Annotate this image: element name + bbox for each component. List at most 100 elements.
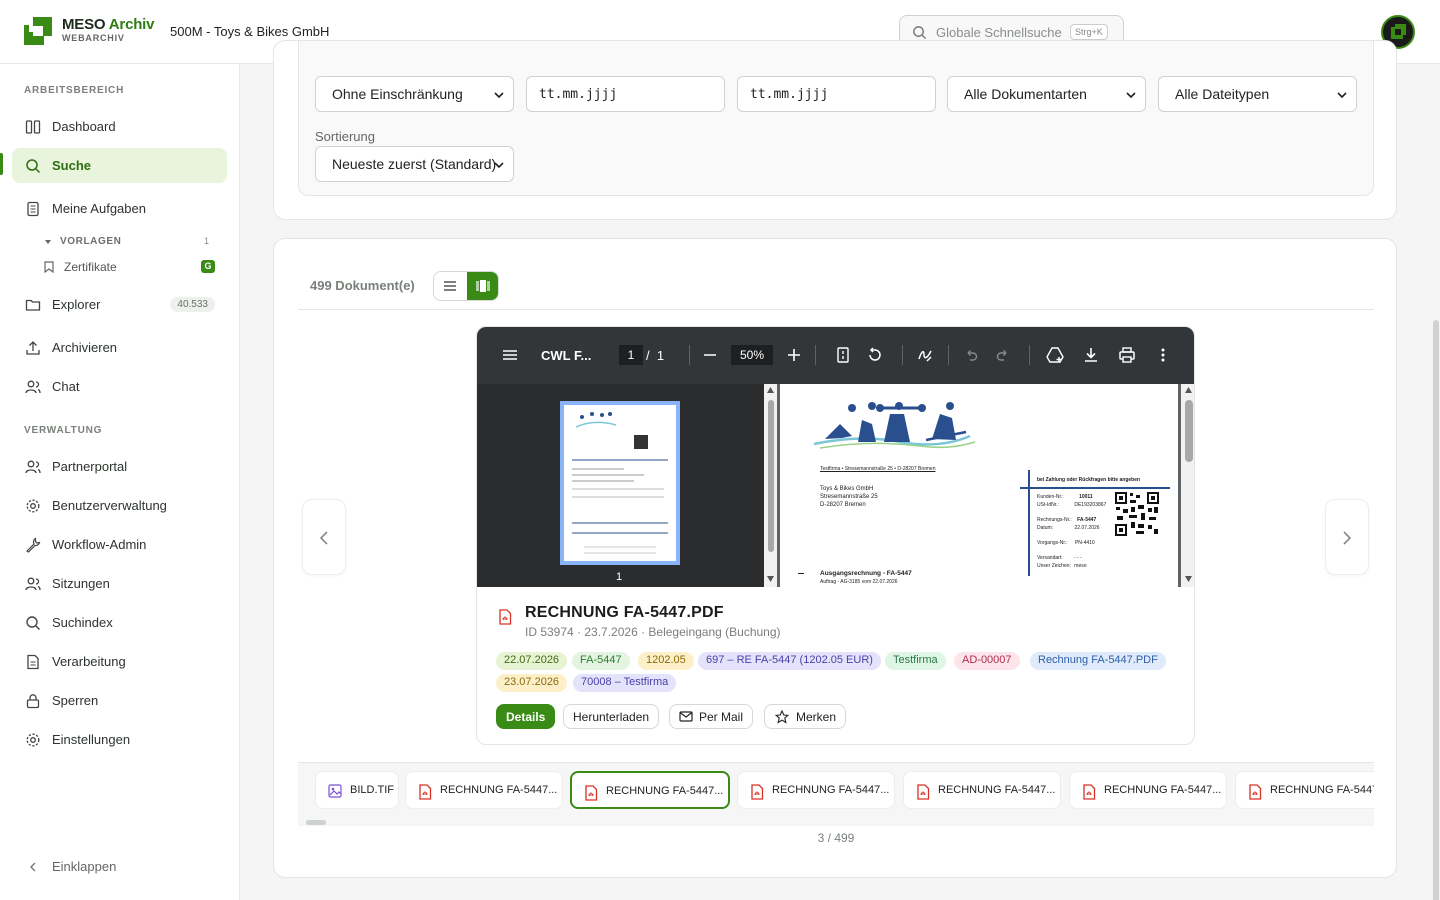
- document-title[interactable]: RECHNUNG FA-5447.PDF: [525, 604, 724, 622]
- print-icon[interactable]: [1118, 346, 1136, 364]
- filmstrip-label: RECHNUNG FA-5447...: [772, 784, 890, 796]
- von-datum-placeholder: tt.mm.jjjj: [539, 87, 618, 102]
- sidebar-item-archivieren[interactable]: Archivieren: [12, 330, 227, 365]
- dateityp-select[interactable]: Alle Dateitypen: [1158, 76, 1357, 112]
- sidebar-item-sperren[interactable]: Sperren: [12, 683, 227, 718]
- list-view-button[interactable]: [434, 272, 467, 300]
- filmstrip-item[interactable]: RECHNUNG FA-5447: [1235, 771, 1374, 809]
- pdf-page-thumbnail[interactable]: [560, 401, 680, 565]
- gear-icon: [26, 733, 40, 747]
- invoice-fields: Kunden-Nr.: 10011 USt-IdNr.: DE193203867…: [1037, 494, 1107, 569]
- scroll-up-icon[interactable]: [1184, 386, 1193, 394]
- mail-button[interactable]: Per Mail: [669, 704, 754, 729]
- sidebar-item-benutzerverwaltung[interactable]: Benutzerverwaltung: [12, 488, 227, 523]
- sidebar-item-chat[interactable]: Chat: [12, 369, 227, 404]
- rotate-icon[interactable]: [866, 346, 884, 364]
- sidebar-item-dashboard[interactable]: Dashboard: [12, 109, 227, 144]
- von-datum-input[interactable]: tt.mm.jjjj: [526, 76, 725, 112]
- tag[interactable]: 70008 – Testfirma: [573, 674, 677, 692]
- search-shortcut: Strg+K: [1070, 24, 1108, 40]
- zeitraum-select[interactable]: Ohne Einschränkung: [315, 76, 514, 112]
- filter-card: Ohne Einschränkung tt.mm.jjjj tt.mm.jjjj…: [273, 40, 1397, 220]
- collapse-sidebar-button[interactable]: Einklappen: [12, 849, 227, 884]
- filmstrip-item[interactable]: RECHNUNG FA-5447...: [737, 771, 895, 809]
- sidebar-item-explorer[interactable]: Explorer 40.533: [12, 287, 227, 322]
- tag[interactable]: Rechnung FA-5447.PDF: [1030, 652, 1166, 670]
- tag[interactable]: 23.07.2026: [496, 674, 568, 692]
- download-button[interactable]: Herunterladen: [563, 704, 660, 729]
- sidebar-group-vorlagen[interactable]: VORLAGEN: [60, 236, 121, 247]
- sidebar-item-meine-aufgaben[interactable]: Meine Aufgaben: [12, 191, 227, 226]
- tag[interactable]: 697 – RE FA-5447 (1202.05 EUR): [698, 652, 881, 670]
- prev-document-button[interactable]: [302, 499, 346, 575]
- bis-datum-input[interactable]: tt.mm.jjjj: [737, 76, 936, 112]
- sidebar-item-suchindex[interactable]: Suchindex: [12, 605, 227, 640]
- pdf-page-input[interactable]: 1: [619, 345, 643, 365]
- sidebar-item-workflow-admin[interactable]: Workflow-Admin: [12, 527, 227, 562]
- filmstrip-item-selected[interactable]: RECHNUNG FA-5447...: [570, 771, 730, 809]
- menu-icon[interactable]: [501, 346, 519, 364]
- chevron-right-icon: [1343, 531, 1352, 545]
- tag[interactable]: AD-00007: [954, 652, 1020, 670]
- pdf-toolbar: CWL F... 1 / 1 50%: [477, 327, 1194, 384]
- redo-icon[interactable]: [994, 346, 1012, 364]
- scroll-up-icon[interactable]: [766, 386, 775, 394]
- document-preview-card: CWL F... 1 / 1 50% 1 Testfirma • Stresem…: [476, 326, 1195, 745]
- explorer-count-badge: 40.533: [170, 297, 215, 312]
- pdf-zoom-input[interactable]: 50%: [731, 345, 773, 365]
- app-title: MESO Archiv: [62, 16, 155, 33]
- sidebar-item-label: Meine Aufgaben: [52, 201, 146, 216]
- gallery-view-button[interactable]: [467, 272, 498, 300]
- fit-page-icon[interactable]: [834, 346, 852, 364]
- sidebar-item-partnerportal[interactable]: Partnerportal: [12, 449, 227, 484]
- filmstrip-item[interactable]: BILD.TIF: [315, 771, 399, 809]
- dokumentart-select[interactable]: Alle Dokumentarten: [947, 76, 1146, 112]
- tag[interactable]: 22.07.2026: [496, 652, 568, 670]
- sidebar-item-label: Sitzungen: [52, 576, 110, 591]
- more-vert-icon[interactable]: [1154, 346, 1172, 364]
- bookmark-button[interactable]: Merken: [764, 704, 847, 729]
- sidebar-item-zertifikate[interactable]: Zertifikate: [64, 260, 117, 274]
- meso-logo-icon[interactable]: [24, 17, 52, 45]
- sidebar-item-sitzungen[interactable]: Sitzungen: [12, 566, 227, 601]
- draw-icon[interactable]: [916, 346, 934, 364]
- pdf-file-icon: [1083, 784, 1096, 800]
- sidebar-item-einstellungen[interactable]: Einstellungen: [12, 722, 227, 757]
- sender-line: Testfirma • Stresemannstraße 25 • D-2820…: [820, 466, 936, 472]
- next-document-button[interactable]: [1325, 499, 1369, 575]
- zertifikate-badge: G: [201, 260, 215, 273]
- zoom-in-icon[interactable]: [785, 346, 803, 364]
- page-scrollbar[interactable]: [1181, 384, 1194, 587]
- window-scrollbar[interactable]: [1432, 64, 1440, 900]
- filmstrip-item[interactable]: RECHNUNG FA-5447...: [903, 771, 1061, 809]
- sidebar-item-label: Partnerportal: [52, 459, 128, 474]
- sidebar-item-label: Explorer: [52, 297, 101, 312]
- add-to-drive-icon[interactable]: [1046, 346, 1064, 364]
- thumbnail-scrollbar[interactable]: [764, 384, 777, 587]
- tag[interactable]: FA-5447: [572, 652, 630, 670]
- filmstrip-item[interactable]: RECHNUNG FA-5447...: [1069, 771, 1227, 809]
- toolbar-separator: [948, 345, 949, 365]
- scroll-down-icon[interactable]: [1184, 575, 1193, 583]
- zoom-out-icon[interactable]: [701, 346, 719, 364]
- filmstrip-item[interactable]: RECHNUNG FA-5447...: [405, 771, 563, 809]
- active-indicator: [0, 153, 3, 175]
- tag[interactable]: 1202.05: [638, 652, 694, 670]
- sidebar: ARBEITSBEREICH Dashboard Suche Meine Auf…: [0, 64, 240, 900]
- sortierung-label: Sortierung: [315, 129, 375, 144]
- sidebar-item-suche[interactable]: Suche: [12, 148, 227, 183]
- tenant-name[interactable]: 500M - Toys & Bikes GmbH: [170, 24, 329, 39]
- invoice-heading: Ausgangsrechnung - FA-5447: [820, 570, 912, 577]
- tag[interactable]: Testfirma: [885, 652, 946, 670]
- search-placeholder: Globale Schnellsuche: [936, 25, 1062, 40]
- download-icon[interactable]: [1082, 346, 1100, 364]
- sidebar-item-label: Verarbeitung: [52, 654, 126, 669]
- undo-icon[interactable]: [962, 346, 980, 364]
- scroll-down-icon[interactable]: [766, 575, 775, 583]
- sortierung-select[interactable]: Neueste zuerst (Standard): [315, 146, 514, 182]
- sidebar-item-verarbeitung[interactable]: Verarbeitung: [12, 644, 227, 679]
- toolbar-separator: [815, 345, 816, 365]
- details-button[interactable]: Details: [496, 704, 556, 729]
- filmstrip-scrollbar[interactable]: [298, 819, 1374, 825]
- caret-down-icon[interactable]: [44, 238, 52, 246]
